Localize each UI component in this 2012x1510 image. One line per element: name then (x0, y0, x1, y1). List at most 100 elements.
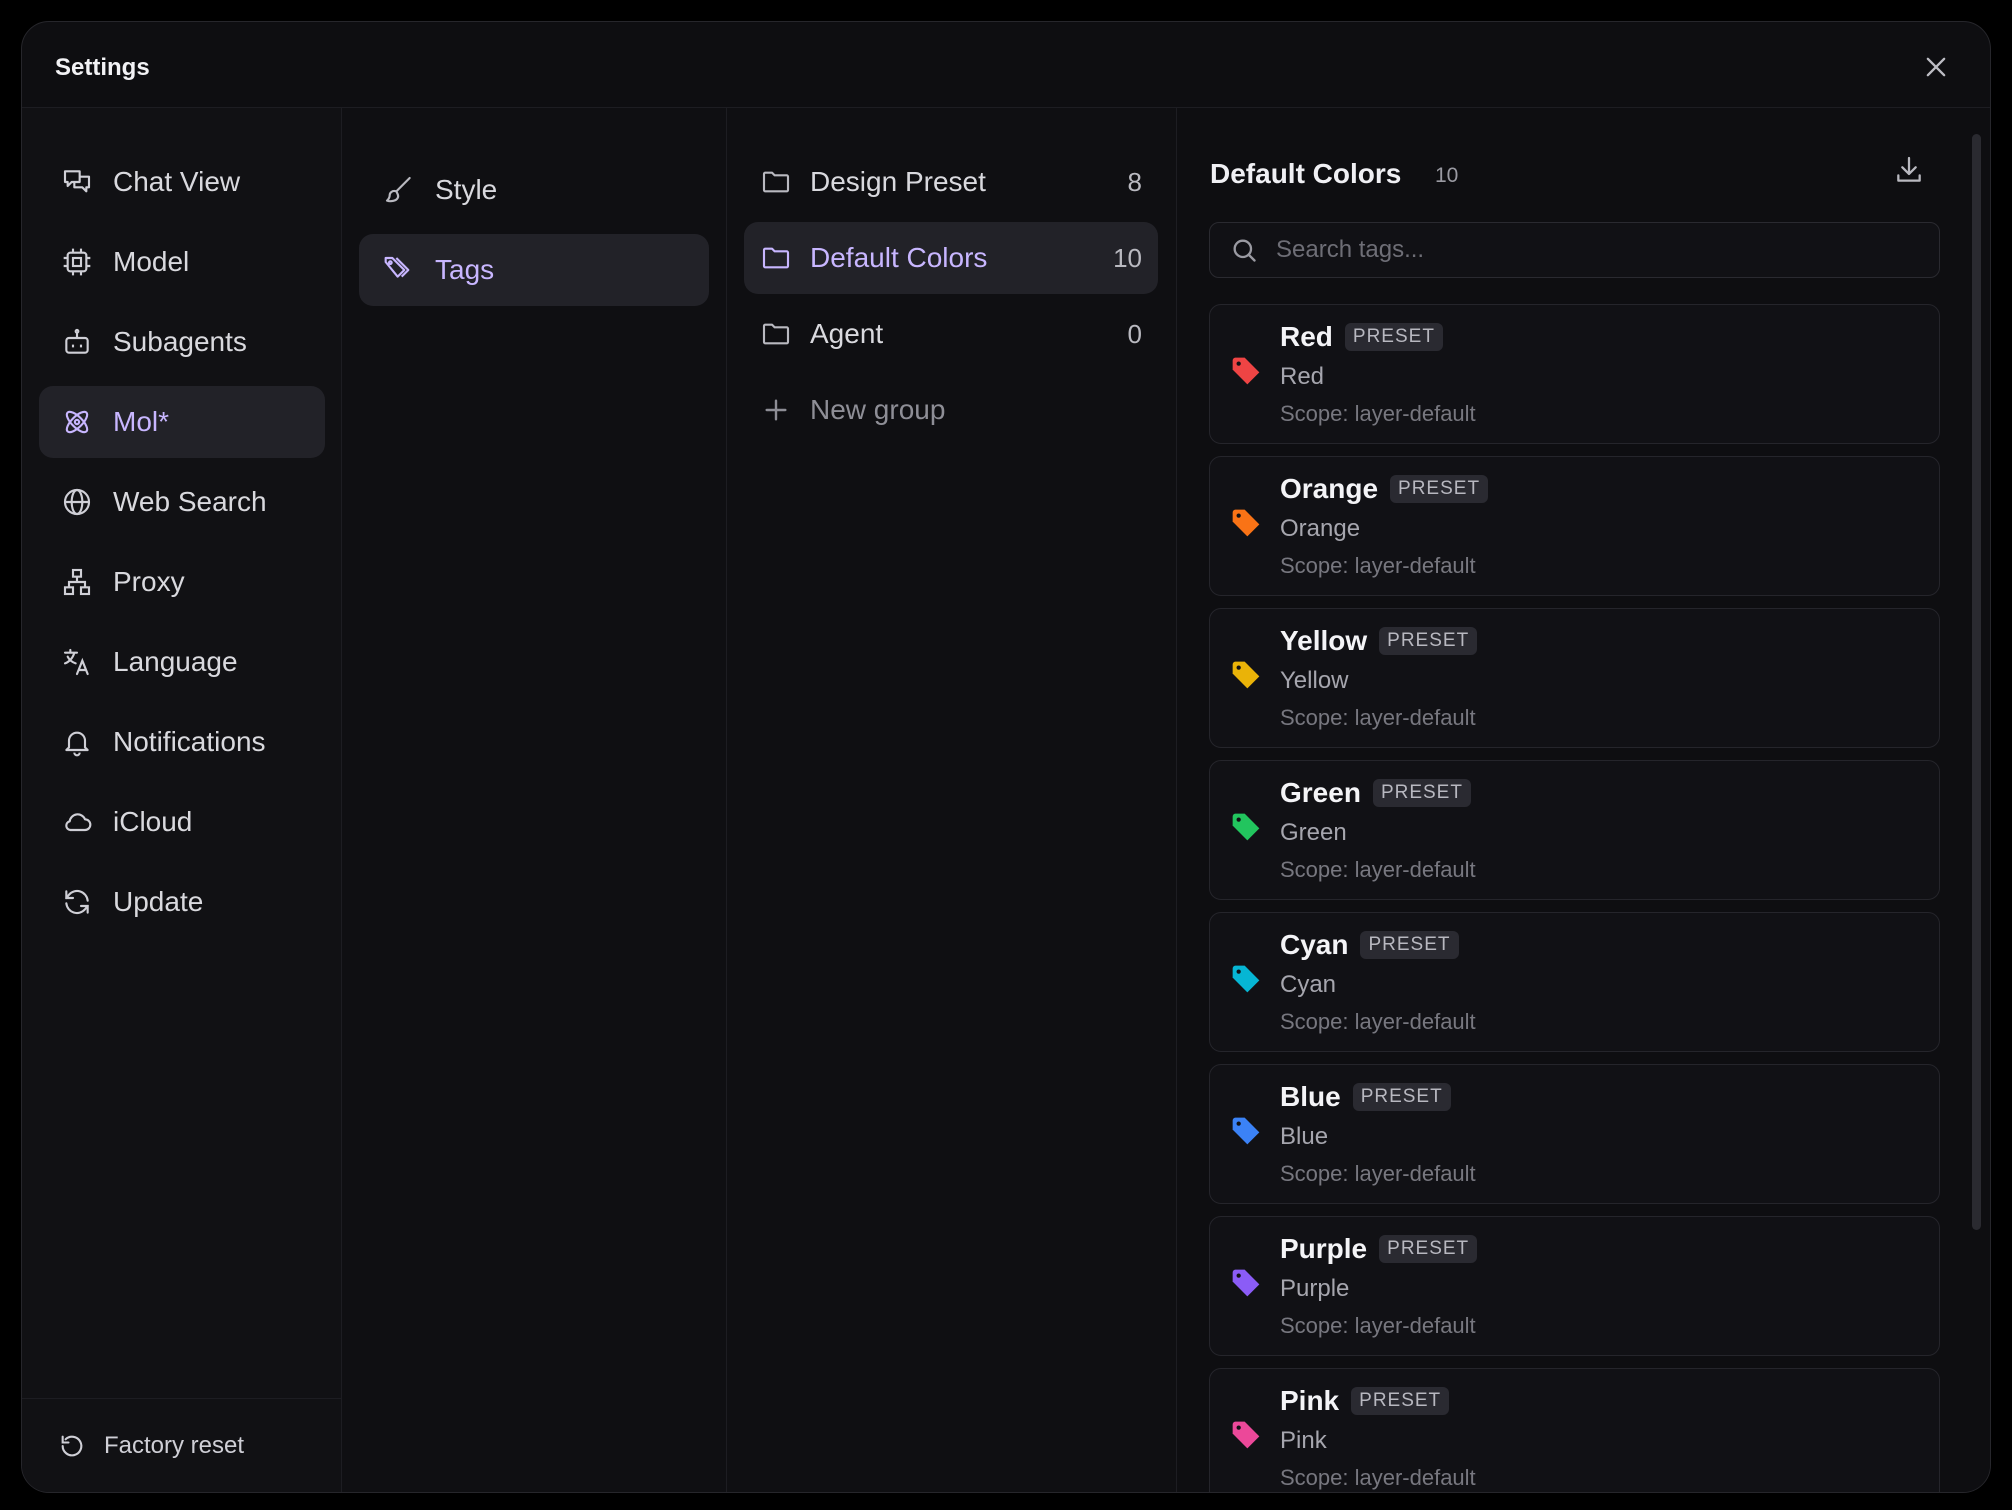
subnav-item-tags[interactable]: Tags (359, 234, 709, 306)
tag-card[interactable]: Pink PRESET Pink Scope: layer-default (1209, 1368, 1940, 1492)
search-input[interactable] (1276, 236, 1916, 264)
tag-color-icon (1232, 1269, 1260, 1297)
tag-color-icon (1232, 965, 1260, 993)
tag-name-text: Blue (1280, 1081, 1341, 1112)
detail-title: Default Colors (1210, 158, 1402, 189)
tag-scope: Scope: layer-default (1280, 1009, 1476, 1034)
group-label: Agent (810, 318, 884, 349)
tag-name: Orange PRESET (1280, 473, 1489, 505)
sidebar: Chat View Model Subagents Mol* Web Searc… (22, 108, 342, 1492)
new-group-button[interactable]: New group (744, 374, 1158, 446)
tag-card[interactable]: Cyan PRESET Cyan Scope: layer-default (1209, 912, 1940, 1052)
sidebar-item-chat-view[interactable]: Chat View (39, 146, 325, 218)
tag-card[interactable]: Blue PRESET Blue Scope: layer-default (1209, 1064, 1940, 1204)
tag-name-text: Cyan (1280, 929, 1349, 960)
sidebar-item-subagents[interactable]: Subagents (39, 306, 325, 378)
tag-name: Yellow PRESET (1280, 625, 1478, 657)
tag-name-text: Yellow (1280, 625, 1368, 656)
tag-scope: Scope: layer-default (1280, 1313, 1476, 1338)
tag-name: Red PRESET (1280, 321, 1443, 353)
preset-badge: PRESET (1379, 627, 1478, 655)
subnav: Style Tags (342, 108, 727, 1492)
sidebar-item-label: Language (113, 646, 238, 677)
tag-description: Pink (1280, 1427, 1327, 1454)
tag-description: Yellow (1280, 667, 1349, 694)
tag-name-text: Purple (1280, 1233, 1368, 1264)
scrollbar[interactable] (1972, 134, 1981, 1230)
tag-scope: Scope: layer-default (1280, 1465, 1476, 1490)
tag-name: Pink PRESET (1280, 1385, 1450, 1417)
tag-description: Red (1280, 363, 1325, 390)
tag-name-text: Orange (1280, 473, 1379, 504)
sidebar-item-label: iCloud (113, 806, 193, 837)
group-count: 0 (1127, 318, 1142, 349)
preset-badge: PRESET (1360, 931, 1459, 959)
tag-color-icon (1232, 1117, 1260, 1145)
globe-icon (63, 488, 91, 516)
tag-card[interactable]: Yellow PRESET Yellow Scope: layer-default (1209, 608, 1940, 748)
group-default-colors[interactable]: Default Colors 10 (744, 222, 1158, 294)
tag-scope: Scope: layer-default (1280, 553, 1476, 578)
sidebar-item-language[interactable]: Language (39, 626, 325, 698)
tag-color-icon (1232, 1421, 1260, 1449)
sidebar-item-proxy[interactable]: Proxy (39, 546, 325, 618)
folder-icon (762, 171, 790, 193)
tag-card[interactable]: Orange PRESET Orange Scope: layer-default (1209, 456, 1940, 596)
reset-icon (61, 1435, 83, 1456)
refresh-icon (65, 889, 89, 915)
tag-name-text: Green (1280, 777, 1361, 808)
tag-color-icon (1232, 813, 1260, 841)
factory-reset-label: Factory reset (104, 1431, 245, 1459)
subnav-item-label: Tags (435, 254, 495, 285)
tag-name-text: Pink (1280, 1385, 1340, 1416)
preset-badge: PRESET (1390, 475, 1489, 503)
tag-description: Orange (1280, 515, 1361, 542)
sidebar-item-web-search[interactable]: Web Search (39, 466, 325, 538)
tag-description: Cyan (1280, 971, 1337, 998)
tag-card[interactable]: Purple PRESET Purple Scope: layer-default (1209, 1216, 1940, 1356)
sidebar-item-notifications[interactable]: Notifications (39, 706, 325, 778)
tag-scope: Scope: layer-default (1280, 857, 1476, 882)
preset-badge: PRESET (1344, 323, 1443, 351)
tag-description: Blue (1280, 1123, 1329, 1150)
search-box[interactable] (1209, 222, 1940, 278)
tag-card[interactable]: Red PRESET Red Scope: layer-default (1209, 304, 1940, 444)
sidebar-item-label: Model (113, 246, 190, 277)
sidebar-item-label: Notifications (113, 726, 266, 757)
group-label: Default Colors (810, 242, 988, 273)
tag-scope: Scope: layer-default (1280, 705, 1476, 730)
sidebar-item-label: Subagents (113, 326, 247, 357)
group-design-preset[interactable]: Design Preset 8 (744, 146, 1158, 218)
subnav-item-label: Style (435, 174, 498, 205)
tag-color-icon (1232, 357, 1260, 385)
preset-badge: PRESET (1372, 779, 1471, 807)
title-bar: Settings (22, 22, 1990, 108)
atom-icon (65, 410, 89, 434)
new-group-label: New group (810, 394, 946, 425)
tag-scope: Scope: layer-default (1280, 401, 1476, 426)
tags-icon (384, 256, 410, 278)
network-icon (63, 568, 91, 596)
close-icon[interactable] (1922, 53, 1950, 81)
group-count: 10 (1113, 242, 1142, 273)
tag-card[interactable]: Green PRESET Green Scope: layer-default (1209, 760, 1940, 900)
settings-window: Settings Chat View Model Subagents Mol* … (21, 21, 1991, 1493)
translate-icon (63, 648, 89, 676)
tag-description: Purple (1280, 1275, 1350, 1302)
window-title: Settings (55, 54, 150, 81)
robot-icon (65, 328, 89, 354)
sidebar-item-update[interactable]: Update (39, 866, 325, 938)
subnav-item-style[interactable]: Style (359, 154, 709, 226)
factory-reset-button[interactable]: Factory reset (22, 1398, 341, 1492)
bell-icon (65, 731, 89, 757)
sidebar-item-mol[interactable]: Mol* (39, 386, 325, 458)
download-icon[interactable] (1893, 154, 1925, 186)
brush-icon (385, 176, 411, 203)
chip-icon (63, 248, 91, 276)
sidebar-item-label: Chat View (113, 166, 241, 197)
sidebar-item-icloud[interactable]: iCloud (39, 786, 325, 858)
sidebar-item-model[interactable]: Model (39, 226, 325, 298)
cloud-icon (65, 813, 92, 832)
group-agent[interactable]: Agent 0 (744, 298, 1158, 370)
group-count: 8 (1127, 166, 1142, 197)
